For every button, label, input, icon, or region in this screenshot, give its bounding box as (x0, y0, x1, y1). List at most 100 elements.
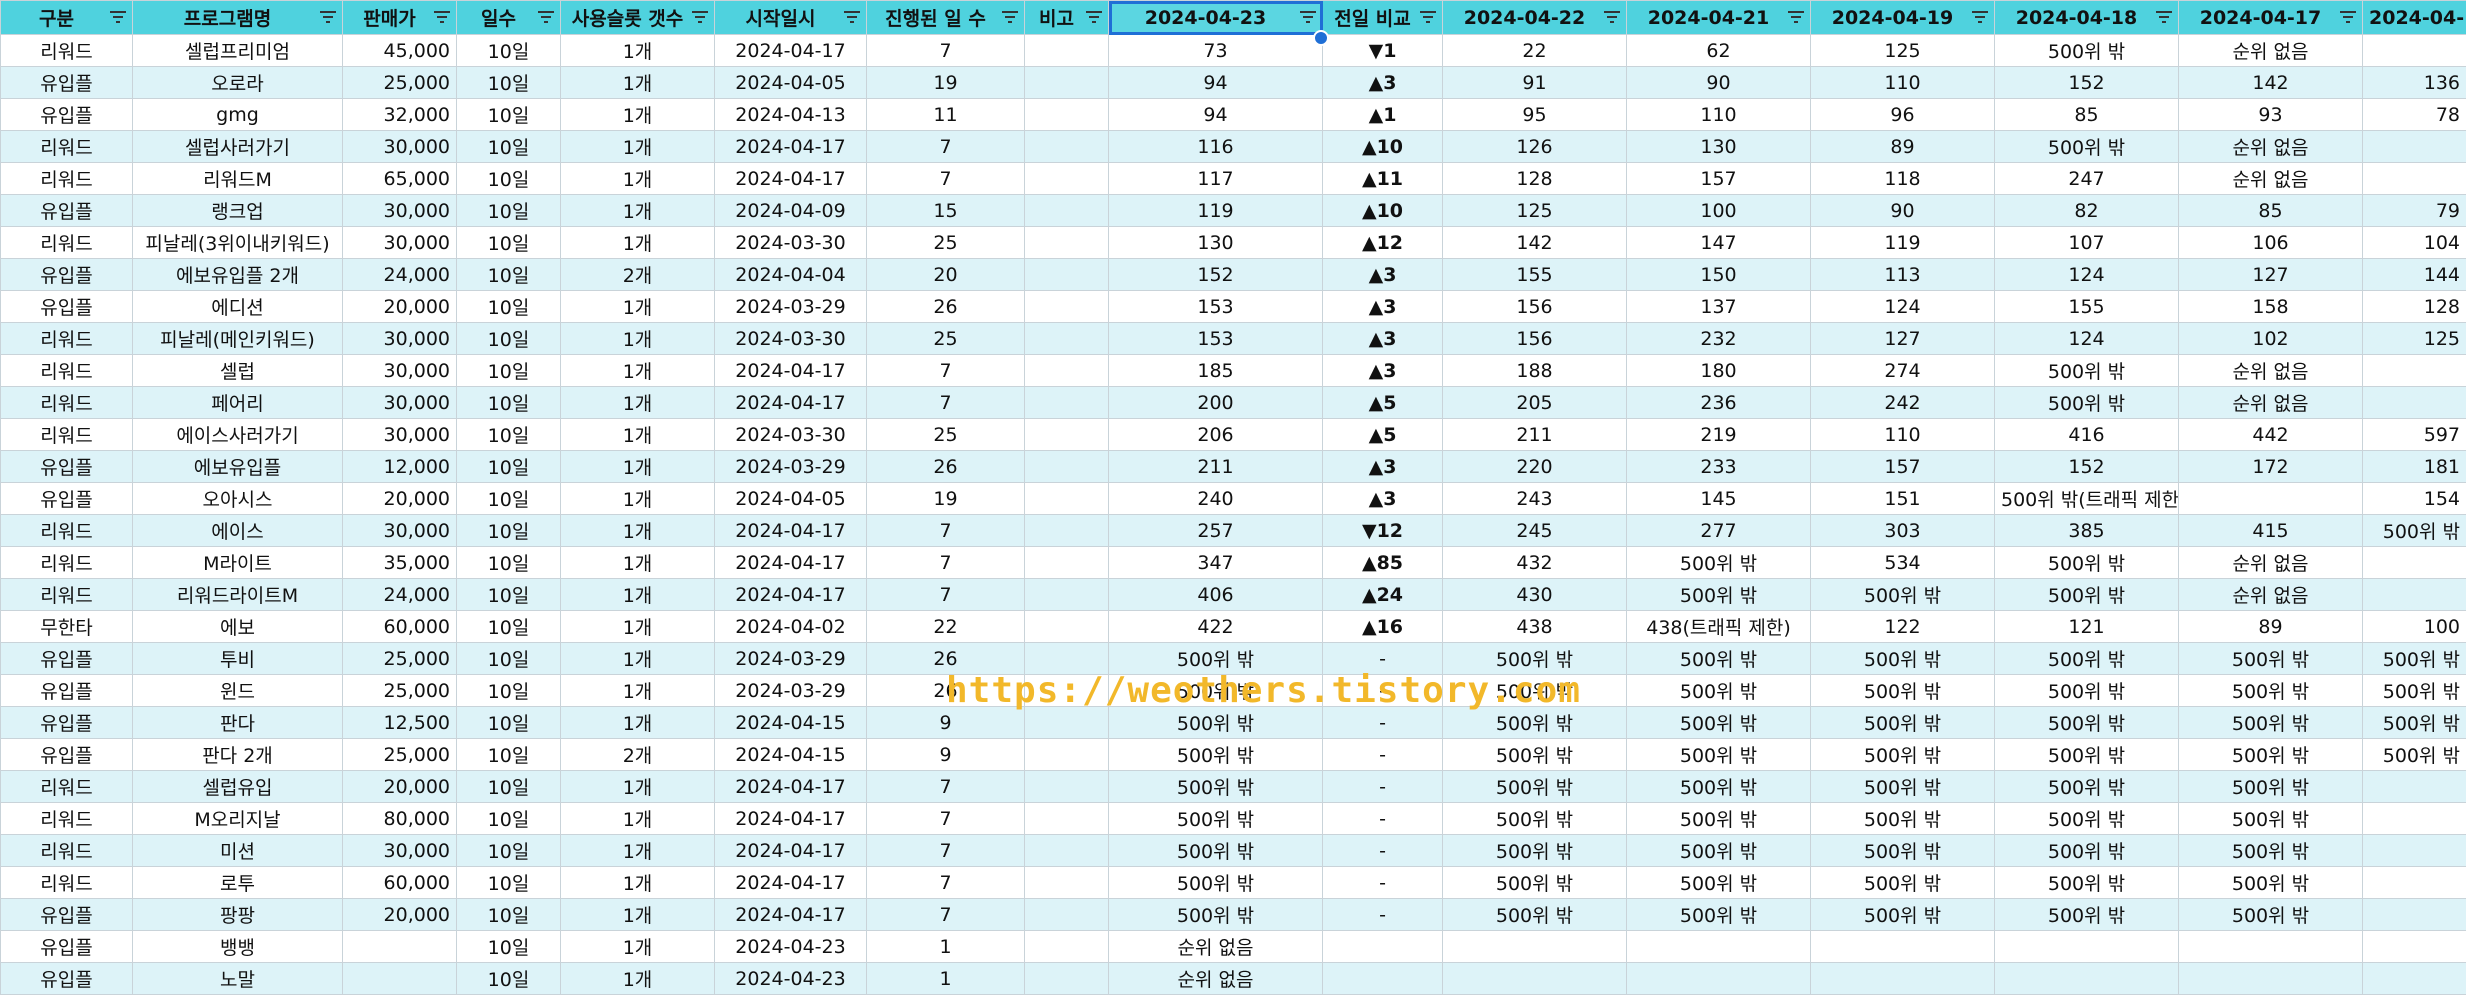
cell-c10[interactable]: 220 (1442, 450, 1627, 483)
cell-c11[interactable]: 110 (1626, 98, 1811, 131)
cell-c10[interactable]: 438 (1442, 610, 1627, 643)
cell-c13[interactable]: 152 (1994, 450, 2179, 483)
cell-c11[interactable]: 500위 밖 (1626, 738, 1811, 771)
cell-c1[interactable]: 팡팡 (132, 898, 343, 931)
cell-c8[interactable]: 500위 밖 (1108, 738, 1323, 771)
cell-c6[interactable]: 7 (866, 354, 1025, 387)
cell-c1[interactable]: 리워드M (132, 162, 343, 195)
cell-c13[interactable]: 152 (1994, 66, 2179, 99)
cell-c14[interactable]: 500위 밖 (2178, 706, 2363, 739)
cell-c13[interactable]: 385 (1994, 514, 2179, 547)
cell-c13[interactable]: 124 (1994, 258, 2179, 291)
cell-c13[interactable]: 500위 밖 (1994, 866, 2179, 899)
cell-c6[interactable]: 7 (866, 546, 1025, 579)
cell-c2[interactable]: 30,000 (342, 514, 457, 547)
cell-c12[interactable]: 113 (1810, 258, 1995, 291)
cell-c1[interactable]: 뱅뱅 (132, 930, 343, 963)
cell-c9[interactable]: ▲3 (1322, 450, 1443, 483)
cell-c11[interactable]: 500위 밖 (1626, 834, 1811, 867)
cell-c4[interactable]: 1개 (560, 226, 715, 259)
cell-c15[interactable]: 100 (2362, 610, 2466, 643)
cell-c2[interactable] (342, 930, 457, 963)
cell-c7[interactable] (1024, 546, 1109, 579)
cell-c13[interactable]: 500위 밖 (1994, 834, 2179, 867)
cell-c9[interactable]: ▲3 (1322, 290, 1443, 323)
cell-c14[interactable]: 500위 밖 (2178, 642, 2363, 675)
cell-c13[interactable]: 124 (1994, 322, 2179, 355)
cell-c5[interactable]: 2024-04-17 (714, 802, 867, 835)
cell-c2[interactable]: 32,000 (342, 98, 457, 131)
cell-c11[interactable]: 157 (1626, 162, 1811, 195)
cell-c6[interactable]: 19 (866, 66, 1025, 99)
cell-c4[interactable]: 2개 (560, 738, 715, 771)
cell-c9[interactable]: ▲10 (1322, 194, 1443, 227)
cell-c15[interactable]: 500위 밖 (2362, 674, 2466, 707)
cell-c2[interactable] (342, 962, 457, 995)
cell-c14[interactable]: 순위 없음 (2178, 34, 2363, 67)
cell-c5[interactable]: 2024-04-17 (714, 162, 867, 195)
cell-c1[interactable]: 셀럽프리미엄 (132, 34, 343, 67)
cell-c9[interactable]: ▲10 (1322, 130, 1443, 163)
cell-c1[interactable]: 미션 (132, 834, 343, 867)
cell-c6[interactable]: 26 (866, 642, 1025, 675)
cell-c5[interactable]: 2024-04-17 (714, 898, 867, 931)
cell-c12[interactable]: 534 (1810, 546, 1995, 579)
cell-c9[interactable]: ▲5 (1322, 418, 1443, 451)
cell-c15[interactable]: 597 (2362, 418, 2466, 451)
cell-c1[interactable]: 셀럽 (132, 354, 343, 387)
cell-c2[interactable]: 25,000 (342, 66, 457, 99)
cell-c13[interactable]: 500위 밖 (1994, 898, 2179, 931)
cell-c15[interactable]: 500위 밖 (2362, 738, 2466, 771)
cell-c3[interactable]: 10일 (456, 418, 561, 451)
cell-c9[interactable]: - (1322, 770, 1443, 803)
column-header-9[interactable]: 전일 비교 (1322, 0, 1443, 35)
cell-c6[interactable]: 20 (866, 258, 1025, 291)
cell-c9[interactable]: ▲85 (1322, 546, 1443, 579)
cell-c12[interactable]: 274 (1810, 354, 1995, 387)
cell-c13[interactable]: 500위 밖 (1994, 354, 2179, 387)
cell-c6[interactable]: 7 (866, 130, 1025, 163)
cell-c14[interactable]: 500위 밖 (2178, 898, 2363, 931)
cell-c10[interactable]: 205 (1442, 386, 1627, 419)
cell-c2[interactable]: 20,000 (342, 482, 457, 515)
cell-c2[interactable]: 25,000 (342, 674, 457, 707)
cell-c7[interactable] (1024, 450, 1109, 483)
cell-c10[interactable]: 500위 밖 (1442, 674, 1627, 707)
cell-c3[interactable]: 10일 (456, 546, 561, 579)
cell-c7[interactable] (1024, 66, 1109, 99)
cell-c7[interactable] (1024, 930, 1109, 963)
cell-c5[interactable]: 2024-04-23 (714, 930, 867, 963)
cell-c9[interactable]: ▲12 (1322, 226, 1443, 259)
cell-c1[interactable]: 랭크업 (132, 194, 343, 227)
cell-c0[interactable]: 유입플 (0, 258, 133, 291)
column-header-15[interactable]: 2024-04-16 (2362, 0, 2466, 35)
cell-c0[interactable]: 리워드 (0, 226, 133, 259)
column-header-12[interactable]: 2024-04-19 (1810, 0, 1995, 35)
cell-c2[interactable]: 12,000 (342, 450, 457, 483)
cell-c4[interactable]: 1개 (560, 354, 715, 387)
cell-c12[interactable]: 89 (1810, 130, 1995, 163)
cell-c6[interactable]: 1 (866, 962, 1025, 995)
cell-c1[interactable]: 셀럽유입 (132, 770, 343, 803)
cell-c7[interactable] (1024, 34, 1109, 67)
cell-c6[interactable]: 25 (866, 322, 1025, 355)
cell-c9[interactable]: ▲1 (1322, 98, 1443, 131)
cell-c5[interactable]: 2024-04-13 (714, 98, 867, 131)
cell-c15[interactable] (2362, 354, 2466, 387)
cell-c2[interactable]: 25,000 (342, 642, 457, 675)
cell-c9[interactable]: ▲3 (1322, 482, 1443, 515)
cell-c7[interactable] (1024, 226, 1109, 259)
cell-c15[interactable]: 136 (2362, 66, 2466, 99)
cell-c8[interactable]: 500위 밖 (1108, 674, 1323, 707)
cell-c8[interactable]: 500위 밖 (1108, 770, 1323, 803)
cell-c7[interactable] (1024, 290, 1109, 323)
cell-c10[interactable]: 500위 밖 (1442, 866, 1627, 899)
cell-c10[interactable]: 245 (1442, 514, 1627, 547)
cell-c15[interactable] (2362, 770, 2466, 803)
cell-c6[interactable]: 25 (866, 226, 1025, 259)
cell-c14[interactable]: 순위 없음 (2178, 386, 2363, 419)
cell-c8[interactable]: 500위 밖 (1108, 898, 1323, 931)
cell-c3[interactable]: 10일 (456, 770, 561, 803)
cell-c5[interactable]: 2024-04-17 (714, 578, 867, 611)
cell-c6[interactable]: 7 (866, 834, 1025, 867)
